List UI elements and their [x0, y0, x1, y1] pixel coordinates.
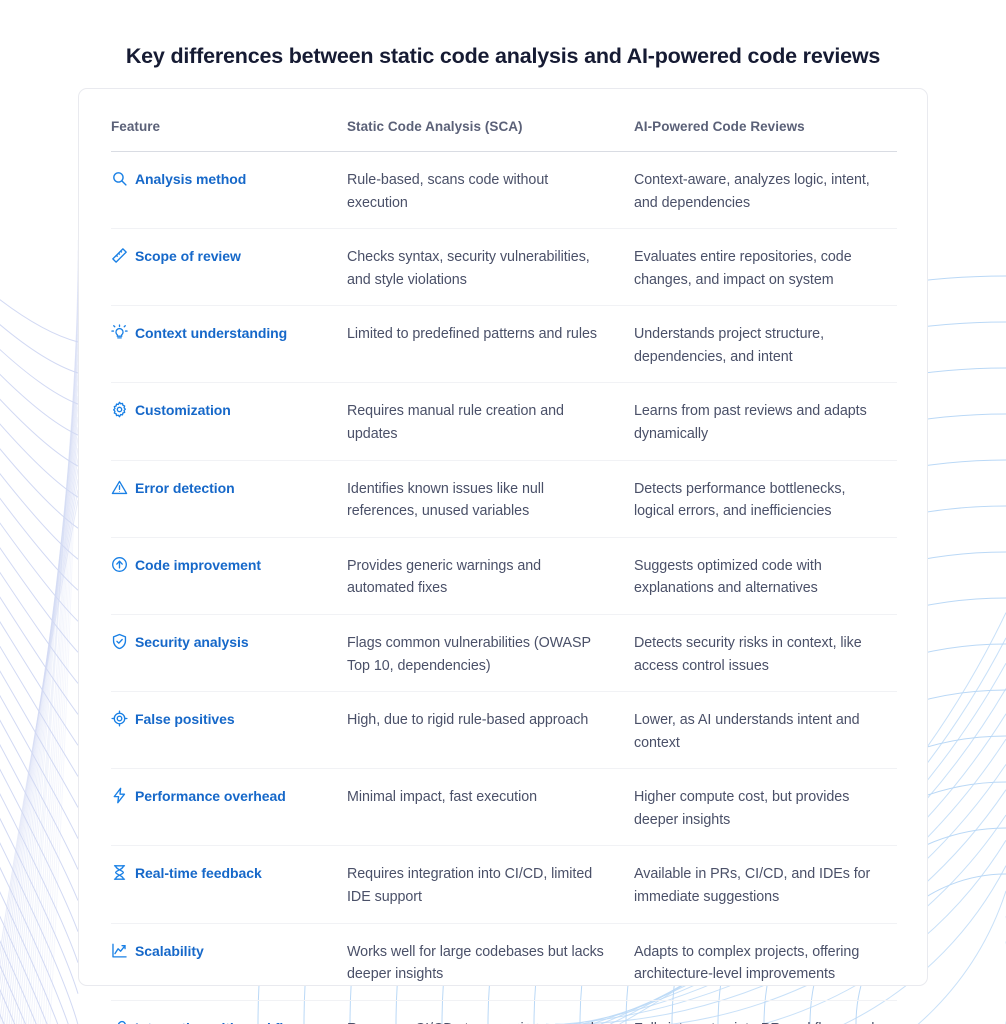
- ai-description: Available in PRs, CI/CD, and IDEs for im…: [634, 866, 871, 905]
- feature-label: Code improvement: [135, 556, 261, 573]
- feature-label: Real-time feedback: [135, 865, 262, 882]
- lightning-bolt-icon: [111, 787, 128, 804]
- table-body: Analysis method Rule-based, scans code wi…: [111, 152, 897, 1024]
- shield-check-icon: [111, 633, 128, 650]
- table-row: Integration with workflows Runs as a CI/C…: [111, 1001, 897, 1024]
- feature-label: Error detection: [135, 479, 235, 496]
- gear-icon: [111, 401, 128, 418]
- link-icon: [111, 1019, 128, 1024]
- warning-triangle-icon: [111, 479, 128, 496]
- feature-label: Performance overhead: [135, 788, 286, 805]
- column-header-ai: AI-Powered Code Reviews: [634, 119, 805, 134]
- column-header-feature: Feature: [111, 119, 161, 134]
- sca-description: Requires manual rule creation and update…: [347, 403, 564, 443]
- table-row: Analysis method Rule-based, scans code wi…: [111, 152, 897, 230]
- hourglass-icon: [111, 864, 128, 881]
- line-chart-icon: [111, 942, 128, 959]
- ai-description: Higher compute cost, but provides deeper…: [634, 789, 850, 828]
- table-row: Code improvement Provides generic warning…: [111, 538, 897, 615]
- sca-description: Requires integration into CI/CD, limited…: [347, 866, 593, 905]
- ai-description: Lower, as AI understands intent and cont…: [634, 712, 860, 751]
- sca-description: Runs as a CI/CD step, requires manual in…: [347, 1018, 634, 1024]
- feature-cell: Real-time feedback: [111, 863, 347, 883]
- feature-cell: Scope of review: [111, 246, 347, 266]
- feature-cell: False positives: [111, 709, 347, 729]
- page-title: Key differences between static code anal…: [125, 44, 881, 68]
- column-header-sca: Static Code Analysis (SCA): [347, 119, 523, 134]
- ai-description: Learns from past reviews and adapts dyna…: [634, 403, 867, 443]
- feature-label: Analysis method: [135, 171, 247, 187]
- feature-cell: Analysis method: [111, 169, 347, 189]
- feature-label: False positives: [135, 711, 235, 728]
- ai-description: Fully integrates into PR workflows and d…: [634, 1018, 897, 1024]
- arrow-up-circle-icon: [111, 556, 128, 573]
- feature-cell: Performance overhead: [111, 786, 347, 806]
- table-row: Context understanding Limited to predefin…: [111, 306, 897, 384]
- feature-label: Integration with workflows: [135, 1018, 310, 1024]
- ruler-icon: [111, 247, 128, 264]
- feature-cell: Security analysis: [111, 632, 347, 652]
- feature-label: Customization: [135, 402, 231, 419]
- ai-description: Evaluates entire repositories, code chan…: [634, 249, 852, 288]
- sca-description: Works well for large codebases but lacks…: [347, 943, 604, 983]
- comparison-card: Feature Static Code Analysis (SCA) AI-Po…: [78, 88, 928, 1024]
- table-row: Scope of review Checks syntax, security v…: [111, 229, 897, 307]
- ai-description: Detects security risks in context, like …: [634, 634, 862, 674]
- table-row: Security analysis Flags common vulnerabil…: [111, 615, 897, 693]
- table-header-row: Feature Static Code Analysis (SCA) AI-Po…: [111, 119, 897, 152]
- ai-description: Suggests optimized code with explanation…: [634, 557, 822, 597]
- feature-cell: Context understanding: [111, 323, 347, 343]
- lightbulb-icon: [111, 324, 128, 341]
- feature-label: Scope of review: [135, 248, 241, 265]
- sca-description: Rule-based, scans code without execution: [347, 172, 549, 211]
- feature-label: Context understanding: [135, 325, 288, 342]
- table-row: Scalability Works well for large codebase…: [111, 924, 897, 1001]
- ai-description: Detects performance bottlenecks, logical…: [634, 480, 846, 520]
- target-icon: [111, 710, 128, 727]
- feature-cell: Scalability: [111, 941, 347, 961]
- page-root: Key differences between static code anal…: [0, 0, 1006, 1024]
- comparison-table: Feature Static Code Analysis (SCA) AI-Po…: [111, 119, 897, 1024]
- table-row: Customization Requires manual rule creati…: [111, 383, 897, 461]
- feature-cell: Code improvement: [111, 555, 347, 575]
- sca-description: Flags common vulnerabilities (OWASP Top …: [347, 634, 591, 674]
- table-row: Error detection Identifies known issues l…: [111, 461, 897, 538]
- sca-description: Minimal impact, fast execution: [347, 789, 537, 806]
- sca-description: Identifies known issues like null refere…: [347, 480, 545, 520]
- sca-description: High, due to rigid rule-based approach: [347, 712, 589, 729]
- table-row: False positives High, due to rigid rule-b…: [111, 692, 897, 770]
- ai-description: Understands project structure, dependenc…: [634, 326, 825, 365]
- feature-label: Security analysis: [135, 633, 249, 650]
- sca-description: Checks syntax, security vulnerabilities,…: [347, 249, 590, 288]
- sca-description: Provides generic warnings and automated …: [347, 557, 542, 597]
- sca-description: Limited to predefined patterns and rules: [347, 326, 597, 343]
- feature-cell: Error detection: [111, 478, 347, 498]
- ai-description: Adapts to complex projects, offering arc…: [634, 943, 860, 983]
- feature-cell: Integration with workflows: [111, 1018, 347, 1024]
- feature-label: Scalability: [135, 942, 204, 959]
- ai-description: Context-aware, analyzes logic, intent, a…: [634, 172, 870, 211]
- table-row: Performance overhead Minimal impact, fast…: [111, 769, 897, 847]
- table-row: Real-time feedback Requires integration i…: [111, 846, 897, 924]
- feature-cell: Customization: [111, 400, 347, 420]
- search-icon: [111, 170, 128, 187]
